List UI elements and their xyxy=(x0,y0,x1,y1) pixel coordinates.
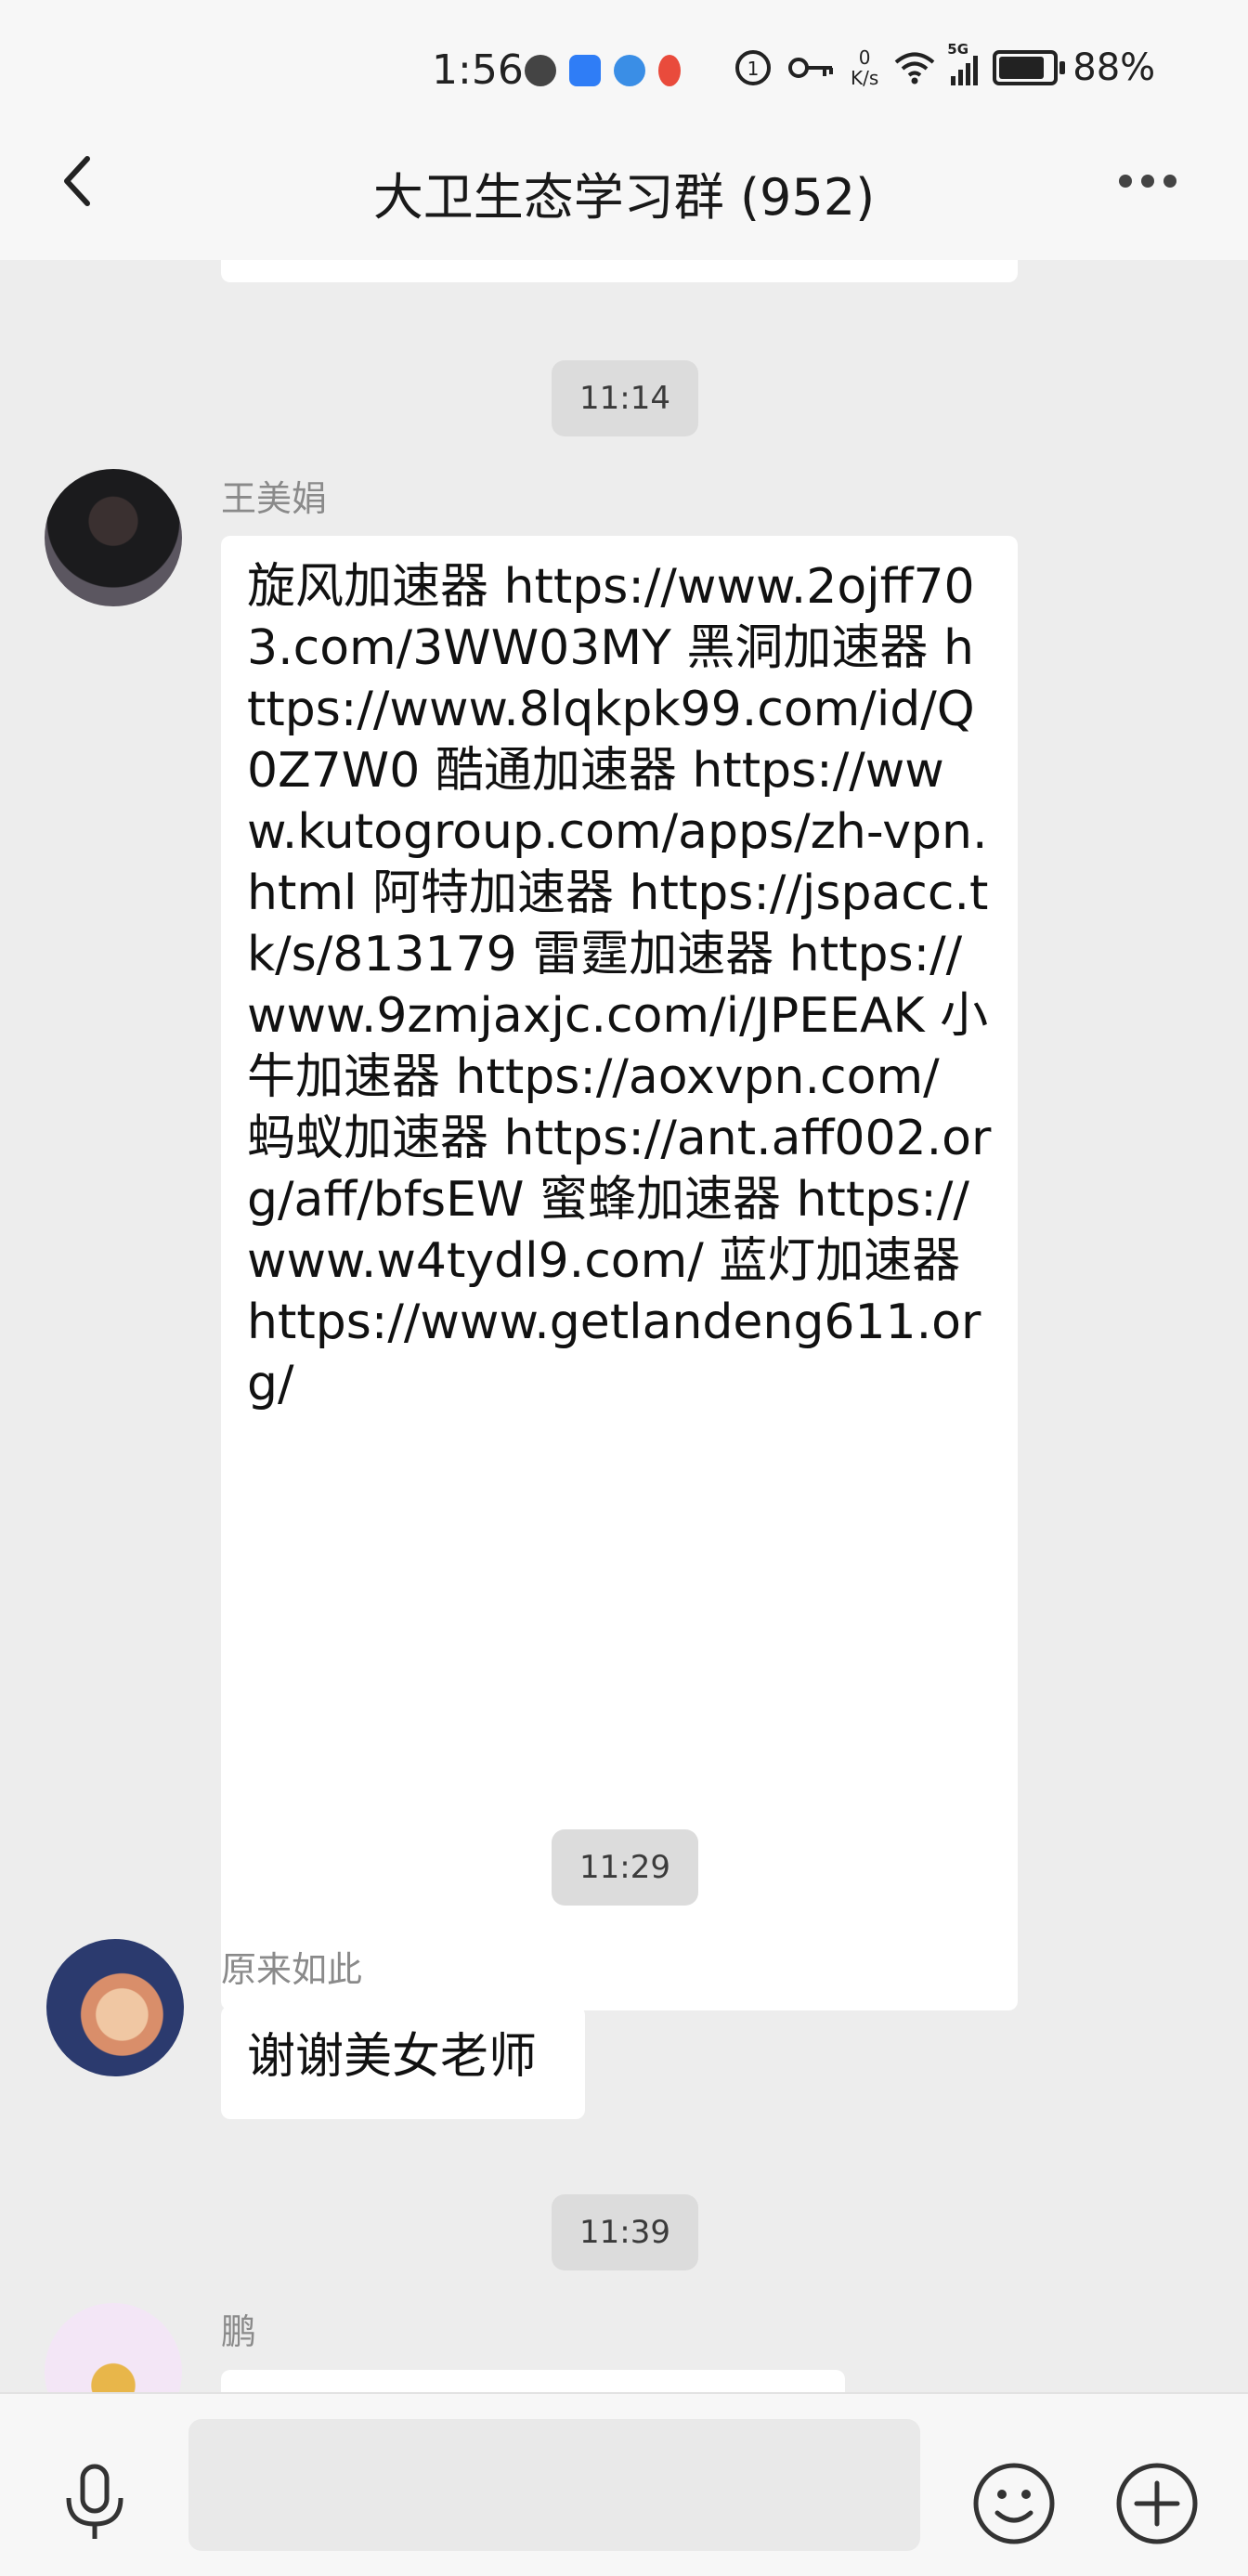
data-saver-icon: 1 xyxy=(735,50,771,85)
message-list[interactable]: 11:14 王美娟 旋风加速器 https://www.2ojff703.com… xyxy=(0,260,1248,2392)
net-speed: 0 K/s xyxy=(851,47,878,88)
chat-title: 大卫生态学习群 (952) xyxy=(372,168,876,227)
app-notification-icon xyxy=(525,55,556,86)
battery-fill xyxy=(999,57,1044,79)
browser-notification-icon xyxy=(614,55,645,86)
plus-icon xyxy=(1116,2463,1198,2544)
vpn-key-icon xyxy=(788,58,833,78)
avatar[interactable] xyxy=(46,1939,184,2076)
emoji-button[interactable] xyxy=(971,2461,1057,2546)
cell-signal-icon: 5G xyxy=(947,41,979,85)
message-bubble[interactable]: 旋风加速器 https://www.2ojff703.com/3WW03MY 黑… xyxy=(221,536,1018,2010)
status-notification-icons xyxy=(525,50,681,91)
avatar[interactable] xyxy=(45,2303,182,2392)
sender-name: 原来如此 xyxy=(221,1949,363,1990)
battery-percent: 88% xyxy=(1072,46,1156,89)
net-speed-value: 0 xyxy=(858,46,871,69)
message-bubble[interactable] xyxy=(221,2370,845,2392)
previous-message-bubble[interactable] xyxy=(221,260,1018,282)
voice-input-button[interactable] xyxy=(58,2461,132,2544)
message-input[interactable] xyxy=(188,2419,920,2551)
message-bubble[interactable]: 谢谢美女老师 xyxy=(221,2006,585,2119)
timestamp-divider: 11:29 xyxy=(552,1829,698,1906)
wifi-icon xyxy=(894,52,935,85)
map-notification-icon xyxy=(658,55,681,86)
cloud-notification-icon xyxy=(569,55,601,86)
battery-icon xyxy=(993,50,1066,85)
more-functions-button[interactable] xyxy=(1114,2461,1200,2546)
sender-name: 鹏 xyxy=(221,2311,257,2352)
emoji-icon xyxy=(973,2463,1055,2544)
timestamp-divider: 11:14 xyxy=(552,360,698,436)
status-time: 1:56 xyxy=(432,46,524,94)
more-options-button[interactable] xyxy=(1119,163,1184,200)
more-dots-icon xyxy=(1119,175,1132,188)
timestamp-divider: 11:39 xyxy=(552,2194,698,2270)
sender-name: 王美娟 xyxy=(221,478,328,519)
microphone-icon xyxy=(66,2464,124,2539)
svg-text:1: 1 xyxy=(748,58,760,80)
status-system-icons: 1 0 K/s 5G 88% xyxy=(734,41,1156,89)
net-speed-unit: K/s xyxy=(851,67,879,89)
avatar[interactable] xyxy=(45,469,182,606)
signal-label: 5G xyxy=(947,41,969,58)
